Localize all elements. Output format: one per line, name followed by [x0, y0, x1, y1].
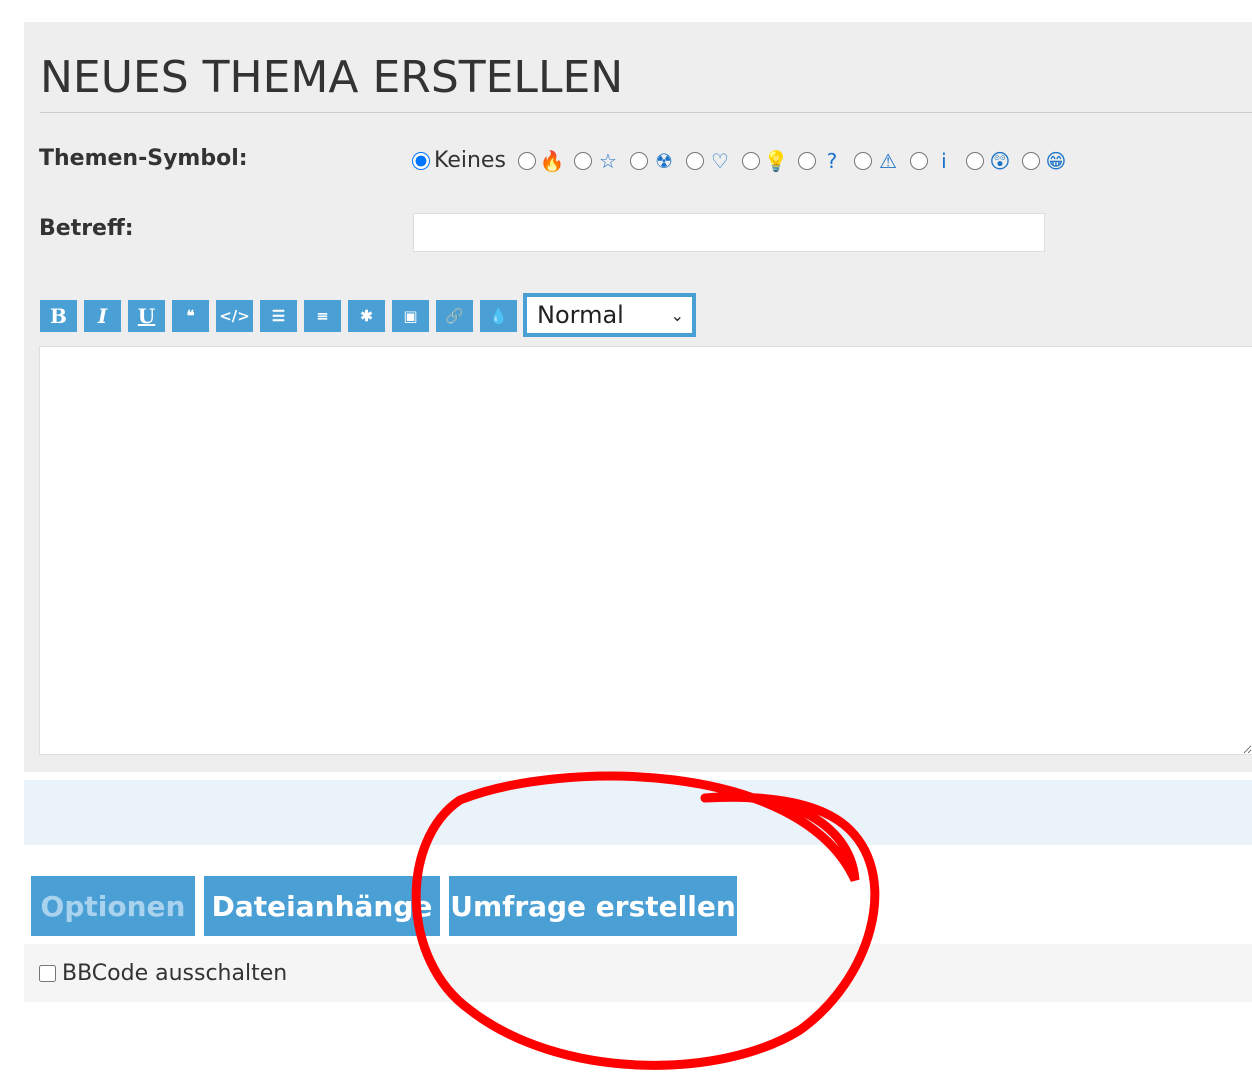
surprised-face-icon: 😲 [989, 148, 1011, 173]
color-button[interactable]: 💧 [480, 300, 517, 332]
asterisk-icon: ✱ [360, 307, 373, 325]
radio-warning[interactable] [853, 151, 872, 170]
font-size-value: Normal [537, 301, 624, 329]
options-box: BBCode ausschalten [24, 944, 1252, 1002]
question-icon: ? [826, 148, 838, 173]
font-size-select[interactable]: Normal ⌄ [523, 293, 696, 337]
chevron-down-icon: ⌄ [670, 305, 684, 325]
radio-question[interactable] [797, 151, 816, 170]
subject-input[interactable] [413, 213, 1045, 252]
fire-icon: 🔥 [539, 148, 565, 173]
radio-surprised-face[interactable] [965, 151, 984, 170]
grin-face-icon: 😁 [1045, 148, 1067, 173]
topic-icon-label: Themen-Symbol: [39, 146, 248, 171]
code-button[interactable]: </> [216, 300, 253, 332]
bbcode-label: BBCode ausschalten [62, 960, 288, 986]
ordered-list-button[interactable]: ≡ [304, 300, 341, 332]
radio-none[interactable] [412, 151, 430, 170]
italic-button[interactable]: I [84, 300, 121, 332]
radio-lightbulb[interactable] [741, 151, 760, 170]
image-icon: ▣ [403, 307, 418, 325]
asterisk-button[interactable]: ✱ [348, 300, 385, 332]
tab-poll[interactable]: Umfrage erstellen [449, 876, 737, 936]
color-icon: 💧 [489, 307, 508, 325]
info-band [24, 780, 1252, 845]
ordered-list-icon: ≡ [316, 307, 329, 325]
heart-icon: ♡ [710, 148, 729, 173]
radioactive-icon: ☢ [654, 148, 673, 173]
post-form-panel: NEUES THEMA ERSTELLEN Themen-Symbol: Kei… [24, 22, 1252, 772]
quote-icon: ❝ [186, 307, 195, 325]
underline-button[interactable]: U [128, 300, 165, 332]
radio-info[interactable] [909, 151, 928, 170]
info-icon: i [941, 148, 947, 173]
italic-icon: I [97, 304, 108, 328]
underline-icon: U [137, 304, 156, 328]
bold-button[interactable]: B [40, 300, 77, 332]
image-button[interactable]: ▣ [392, 300, 429, 332]
tab-options[interactable]: Optionen [31, 876, 195, 936]
radio-heart[interactable] [685, 151, 704, 170]
bbcode-checkbox[interactable] [39, 964, 56, 982]
subject-label: Betreff: [39, 216, 134, 241]
radio-fire[interactable] [517, 151, 536, 170]
warning-icon: ⚠ [878, 148, 897, 173]
title-divider [40, 112, 1252, 113]
link-icon: 🔗 [445, 307, 464, 325]
tab-attachments[interactable]: Dateianhänge [204, 876, 440, 936]
bold-icon: B [50, 304, 67, 328]
radio-radioactive[interactable] [629, 151, 648, 170]
page-title: NEUES THEMA ERSTELLEN [40, 52, 624, 103]
radio-grin-face[interactable] [1021, 151, 1040, 170]
code-icon: </> [219, 307, 250, 325]
topic-icon-group: Keines 🔥 ☆ ☢ ♡ 💡? ⚠ i 😲 😁 [412, 148, 1078, 173]
quote-button[interactable]: ❝ [172, 300, 209, 332]
message-textarea[interactable] [39, 346, 1252, 755]
radio-none-label: Keines [434, 148, 506, 173]
list-icon: ☰ [271, 307, 286, 325]
radio-star[interactable] [573, 151, 592, 170]
lightbulb-icon: 💡 [763, 148, 789, 173]
editor-toolbar: B I U ❝ </> ☰ ≡ ✱ ▣ 🔗 💧 [40, 300, 524, 332]
link-button[interactable]: 🔗 [436, 300, 473, 332]
list-button[interactable]: ☰ [260, 300, 297, 332]
star-icon: ☆ [598, 148, 617, 173]
